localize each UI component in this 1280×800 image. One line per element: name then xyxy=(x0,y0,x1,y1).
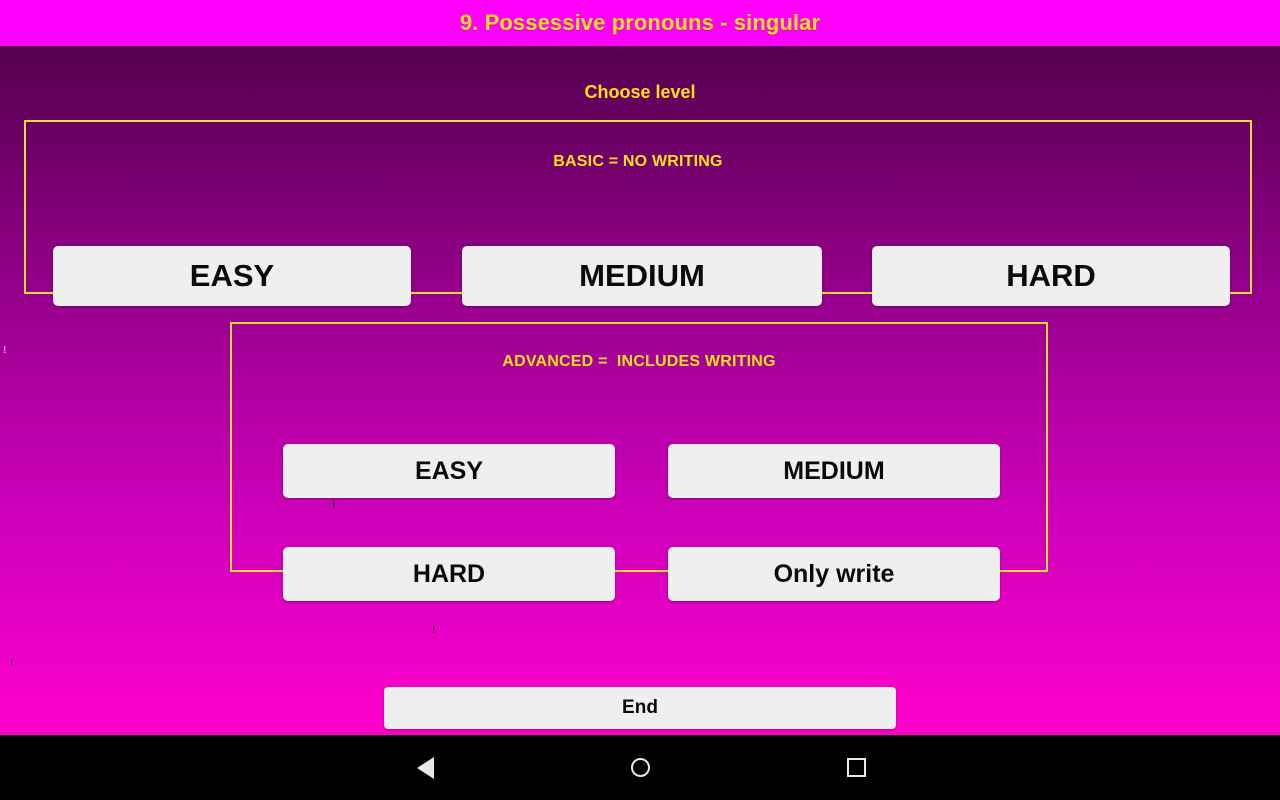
advanced-medium-button[interactable]: MEDIUM xyxy=(668,444,1000,498)
group-advanced: ADVANCED = INCLUDES WRITING EASY MEDIUM … xyxy=(230,322,1048,601)
page-title: 9. Possessive pronouns - singular xyxy=(459,10,821,35)
basic-easy-button[interactable]: EASY xyxy=(53,246,411,306)
render-artifact: ! xyxy=(432,625,436,636)
content-area: Choose level BASIC = NO WRITING EASY MED… xyxy=(0,46,1280,735)
basic-medium-button[interactable]: MEDIUM xyxy=(462,246,822,306)
advanced-only-write-button[interactable]: Only write xyxy=(668,547,1000,601)
title-bar: 9. Possessive pronouns - singular xyxy=(0,0,1280,46)
advanced-easy-button[interactable]: EASY xyxy=(283,444,615,498)
home-icon xyxy=(630,758,650,777)
basic-hard-button[interactable]: HARD xyxy=(872,246,1230,306)
back-icon xyxy=(416,756,434,779)
group-basic-title: BASIC = NO WRITING xyxy=(553,153,723,170)
group-advanced-title: ADVANCED = INCLUDES WRITING xyxy=(502,353,776,370)
nav-back-button[interactable] xyxy=(365,735,485,800)
render-artifact: ! xyxy=(3,345,7,356)
app-window: 9. Possessive pronouns - singular Choose… xyxy=(0,0,1280,800)
nav-recent-apps-button[interactable] xyxy=(796,735,916,800)
advanced-hard-button[interactable]: HARD xyxy=(283,547,615,601)
end-button[interactable]: End xyxy=(384,687,896,729)
recent-apps-icon xyxy=(846,758,866,777)
render-artifact: ! xyxy=(10,658,14,669)
nav-home-button[interactable] xyxy=(580,735,700,800)
group-basic: BASIC = NO WRITING EASY MEDIUM HARD xyxy=(24,120,1252,306)
choose-level-heading: Choose level xyxy=(584,82,696,102)
android-navigation-bar xyxy=(0,735,1280,800)
